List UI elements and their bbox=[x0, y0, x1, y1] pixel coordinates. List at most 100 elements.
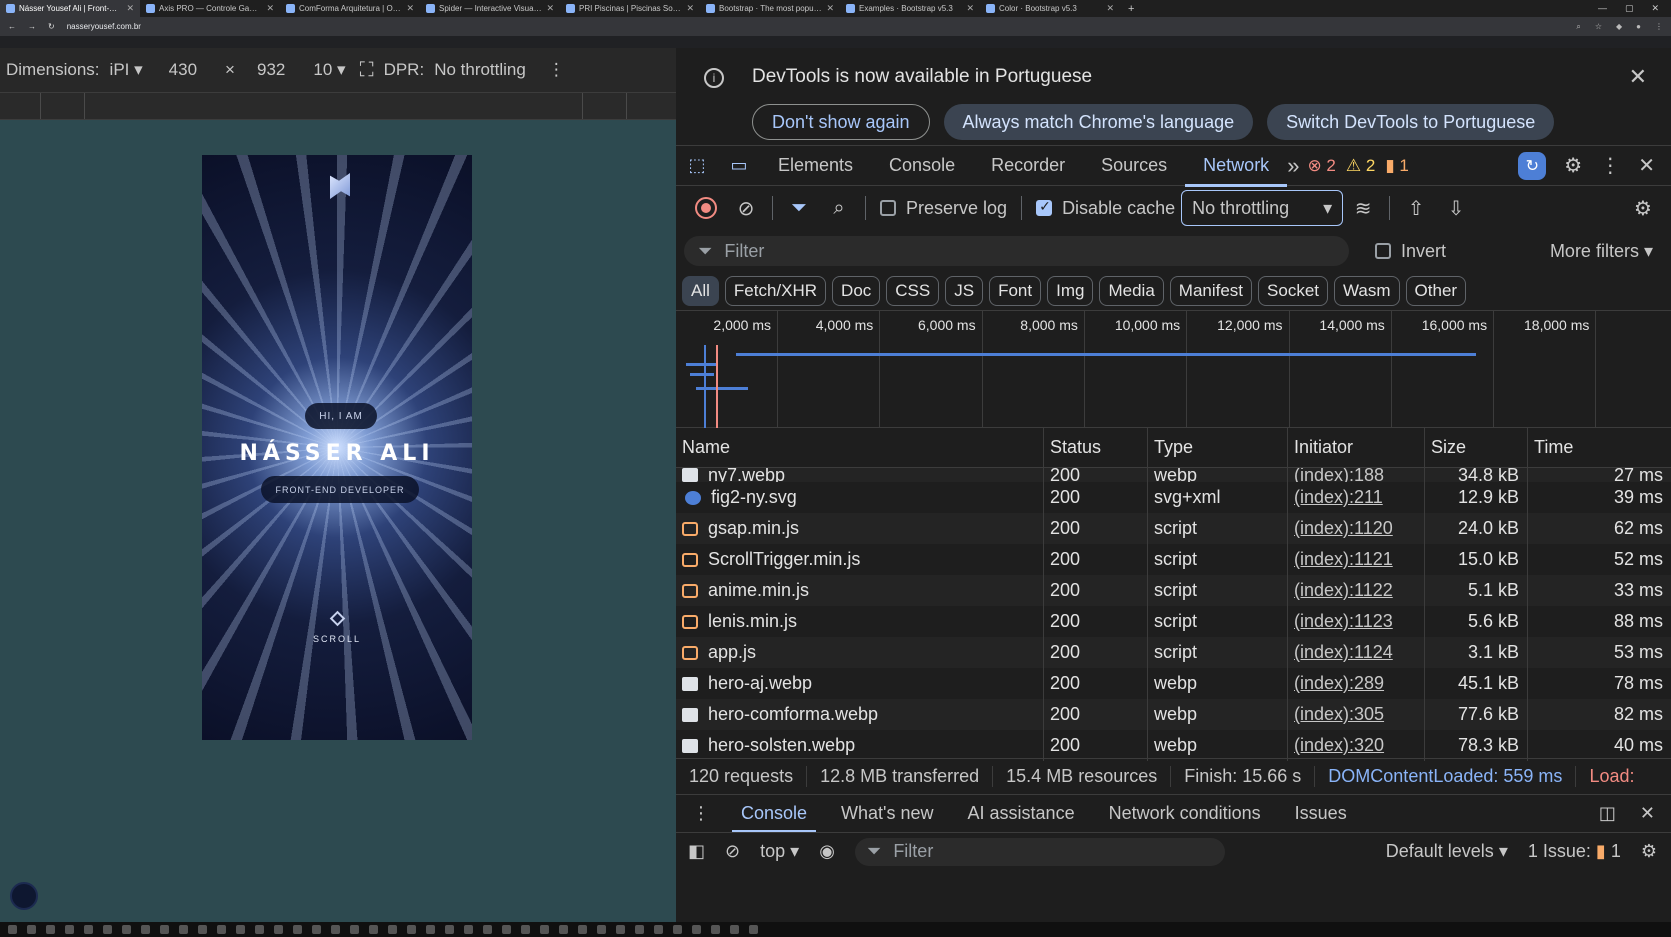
network-throttle-select[interactable]: No throttling bbox=[434, 60, 526, 80]
device-select[interactable]: iPI ▾ bbox=[110, 60, 143, 80]
table-row[interactable]: hero-solsten.webp 200 webp (index):320 78.3 … bbox=[676, 730, 1671, 761]
taskbar-app-icon[interactable] bbox=[464, 925, 473, 934]
close-tab-icon[interactable]: ✕ bbox=[826, 3, 834, 14]
screenshot-icon[interactable]: ⛶ bbox=[360, 59, 374, 82]
close-tab-icon[interactable]: ✕ bbox=[266, 3, 274, 14]
table-row[interactable]: lenis.min.js 200 script (index):1123 5.6 kB 8… bbox=[676, 606, 1671, 637]
taskbar-app-icon[interactable] bbox=[654, 925, 663, 934]
tab-elements[interactable]: Elements bbox=[760, 146, 871, 186]
floating-logo-button[interactable] bbox=[10, 882, 38, 910]
maximize-icon[interactable]: ▢ bbox=[1625, 3, 1634, 14]
col-name[interactable]: Name bbox=[676, 428, 1044, 467]
drawer-tab-ai-assistance[interactable]: AI assistance bbox=[951, 795, 1092, 833]
taskbar-app-icon[interactable] bbox=[483, 925, 492, 934]
close-tab-icon[interactable]: ✕ bbox=[126, 3, 134, 14]
message-counts[interactable]: ⊗ 2 ⚠ 2 ▮ 1 bbox=[1307, 156, 1408, 176]
record-button[interactable] bbox=[686, 188, 726, 228]
invert-toggle[interactable]: Invert bbox=[1367, 241, 1446, 262]
drawer-tab-what-s-new[interactable]: What's new bbox=[824, 795, 950, 833]
forward-icon[interactable]: → bbox=[28, 22, 36, 31]
type-filter-socket[interactable]: Socket bbox=[1258, 276, 1329, 306]
close-tab-icon[interactable]: ✕ bbox=[966, 3, 974, 14]
type-filter-other[interactable]: Other bbox=[1405, 276, 1467, 306]
more-tabs-icon[interactable]: » bbox=[1287, 153, 1299, 179]
search-icon[interactable]: ⌕ bbox=[819, 188, 859, 228]
sync-icon[interactable]: ↻ bbox=[1518, 151, 1547, 180]
type-filter-fetchxhr[interactable]: Fetch/XHR bbox=[724, 276, 827, 306]
taskbar-app-icon[interactable] bbox=[179, 925, 188, 934]
taskbar-app-icon[interactable] bbox=[27, 925, 36, 934]
export-har-icon[interactable]: ⇩ bbox=[1436, 188, 1476, 228]
table-row[interactable]: app.js 200 script (index):1124 3.1 kB 53 ms bbox=[676, 637, 1671, 668]
request-initiator[interactable]: (index):289 bbox=[1288, 668, 1425, 699]
taskbar-app-icon[interactable] bbox=[578, 925, 587, 934]
inspect-element-icon[interactable]: ⬚ bbox=[676, 155, 718, 176]
taskbar-app-icon[interactable] bbox=[445, 925, 454, 934]
drawer-tab-console[interactable]: Console bbox=[724, 795, 824, 833]
request-initiator[interactable]: (index):305 bbox=[1288, 699, 1425, 730]
import-har-icon[interactable]: ⇧ bbox=[1396, 188, 1436, 228]
match-language-button[interactable]: Always match Chrome's language bbox=[943, 104, 1254, 140]
col-initiator[interactable]: Initiator bbox=[1288, 428, 1425, 467]
browser-tab[interactable]: PRI Piscinas | Piscinas Sob Med ✕ bbox=[560, 0, 700, 17]
type-filter-wasm[interactable]: Wasm bbox=[1334, 276, 1400, 306]
taskbar-app-icon[interactable] bbox=[141, 925, 150, 934]
invert-checkbox[interactable] bbox=[1375, 243, 1391, 259]
close-drawer-icon[interactable]: ✕ bbox=[1640, 803, 1655, 824]
reload-icon[interactable]: ↻ bbox=[48, 22, 55, 31]
tab-recorder[interactable]: Recorder bbox=[973, 146, 1083, 186]
drawer-menu-icon[interactable]: ⋮ bbox=[676, 803, 724, 824]
log-levels-select[interactable]: Default levels ▾ bbox=[1386, 841, 1508, 862]
settings-gear-icon[interactable]: ⚙ bbox=[1564, 153, 1582, 178]
request-initiator[interactable]: (index):1123 bbox=[1288, 606, 1425, 637]
taskbar-app-icon[interactable] bbox=[160, 925, 169, 934]
taskbar-app-icon[interactable] bbox=[540, 925, 549, 934]
tab-sources[interactable]: Sources bbox=[1083, 146, 1185, 186]
close-window-icon[interactable]: ✕ bbox=[1651, 3, 1659, 14]
taskbar-app-icon[interactable] bbox=[236, 925, 245, 934]
media-query-ruler[interactable] bbox=[0, 92, 676, 120]
table-row[interactable]: hero-comforma.webp 200 webp (index):305 77.6… bbox=[676, 699, 1671, 730]
drawer-tab-issues[interactable]: Issues bbox=[1278, 795, 1364, 833]
taskbar-app-icon[interactable] bbox=[502, 925, 511, 934]
close-tab-icon[interactable]: ✕ bbox=[546, 3, 554, 14]
request-initiator[interactable]: (index):1124 bbox=[1288, 637, 1425, 668]
taskbar-app-icon[interactable] bbox=[84, 925, 93, 934]
context-select[interactable]: top ▾ bbox=[760, 841, 799, 862]
device-more-icon[interactable]: ⋮ bbox=[548, 60, 565, 80]
browser-tab[interactable]: ComForma Arquitetura | Onde ✕ bbox=[280, 0, 420, 17]
request-initiator[interactable]: (index):211 bbox=[1288, 482, 1425, 513]
taskbar-app-icon[interactable] bbox=[388, 925, 397, 934]
browser-tab[interactable]: Axis PRO — Controle Gamer Pi ✕ bbox=[140, 0, 280, 17]
taskbar-app-icon[interactable] bbox=[46, 925, 55, 934]
more-filters-dropdown[interactable]: More filters ▾ bbox=[1550, 241, 1671, 262]
taskbar-app-icon[interactable] bbox=[293, 925, 302, 934]
taskbar-app-icon[interactable] bbox=[274, 925, 283, 934]
new-tab-button[interactable]: + bbox=[1120, 3, 1142, 15]
zoom-select[interactable]: 10 ▾ bbox=[313, 60, 345, 80]
extensions-icon[interactable]: ◆ bbox=[1616, 22, 1622, 32]
switch-language-button[interactable]: Switch DevTools to Portuguese bbox=[1267, 104, 1555, 140]
network-settings-gear-icon[interactable]: ⚙ bbox=[1623, 188, 1663, 228]
sidebar-toggle-icon[interactable]: ◧ bbox=[688, 841, 705, 862]
browser-tab[interactable]: Color · Bootstrap v5.3 ✕ bbox=[980, 0, 1120, 17]
type-filter-font[interactable]: Font bbox=[989, 276, 1042, 306]
taskbar-app-icon[interactable] bbox=[198, 925, 207, 934]
type-filter-css[interactable]: CSS bbox=[886, 276, 940, 306]
dock-side-icon[interactable]: ◫ bbox=[1599, 803, 1616, 824]
browser-tab[interactable]: Násser Yousef Ali | Front-End & ✕ bbox=[0, 0, 140, 17]
dont-show-again-button[interactable]: Don't show again bbox=[752, 104, 930, 140]
taskbar-app-icon[interactable] bbox=[65, 925, 74, 934]
disable-cache-checkbox[interactable] bbox=[1036, 198, 1053, 216]
site-preview[interactable]: HI, I AM NÁSSER ALI FRONT-END DEVELOPER … bbox=[202, 155, 472, 740]
col-time[interactable]: Time bbox=[1528, 428, 1671, 467]
browser-tab[interactable]: Spider — Interactive Visual Exp ✕ bbox=[420, 0, 560, 17]
taskbar-app-icon[interactable] bbox=[122, 925, 131, 934]
taskbar-app-icon[interactable] bbox=[426, 925, 435, 934]
taskbar-app-icon[interactable] bbox=[730, 925, 739, 934]
browser-tab[interactable]: Examples · Bootstrap v5.3 ✕ bbox=[840, 0, 980, 17]
request-initiator[interactable]: (index):320 bbox=[1288, 730, 1425, 761]
console-filter-input[interactable]: ⏷ Filter bbox=[854, 837, 1225, 866]
taskbar-app-icon[interactable] bbox=[312, 925, 321, 934]
zoom-icon[interactable]: ⌕ bbox=[1576, 22, 1580, 32]
